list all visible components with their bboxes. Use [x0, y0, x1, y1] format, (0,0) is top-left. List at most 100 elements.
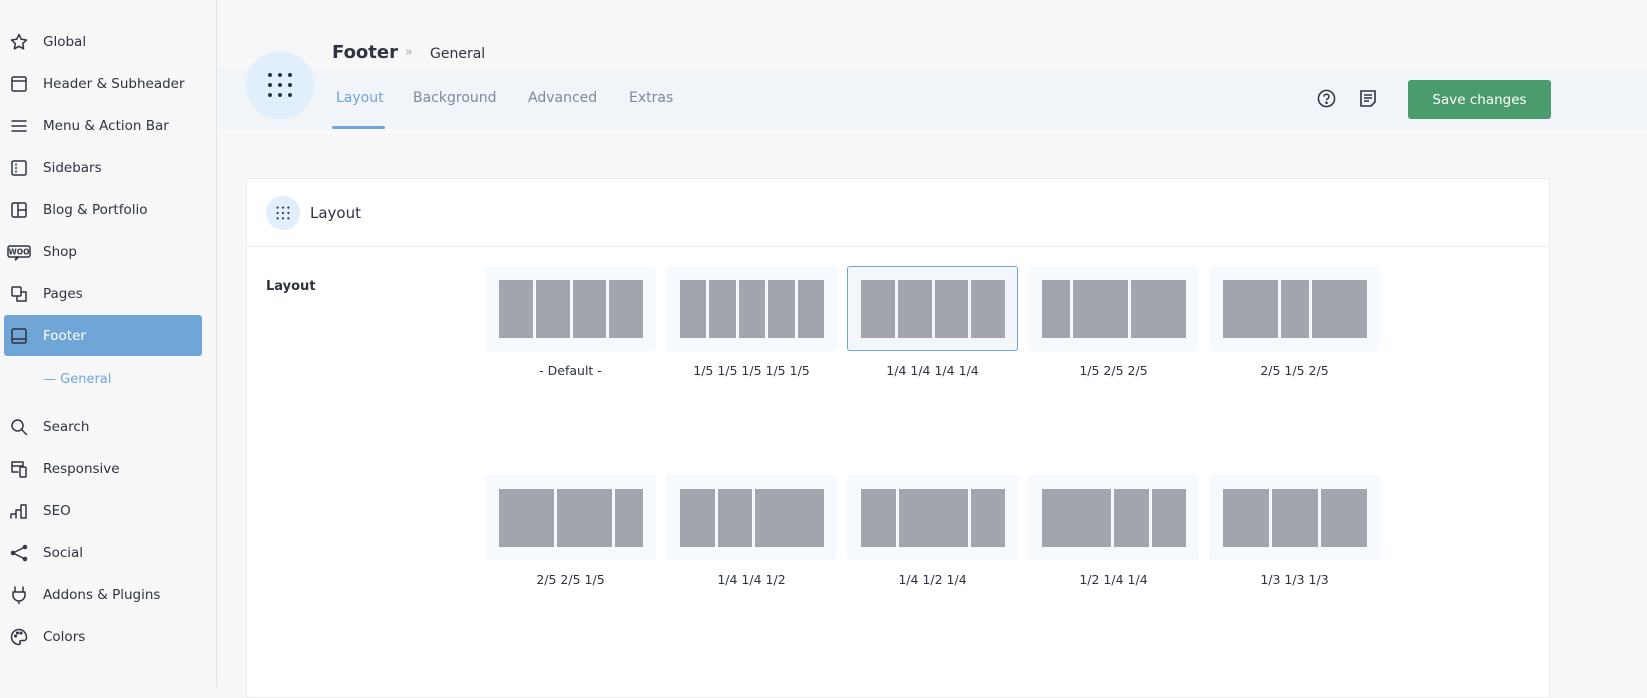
layout-preview[interactable]: [1209, 266, 1380, 351]
active-tab-indicator: [332, 126, 385, 129]
layout-option[interactable]: 1/5 2/5 2/5: [1028, 266, 1199, 378]
column-preview: [1272, 489, 1318, 547]
layout-option[interactable]: 1/2 1/4 1/4: [1028, 475, 1199, 587]
layout-preview[interactable]: [1209, 475, 1380, 560]
layout-option-label: 1/4 1/4 1/2: [717, 572, 786, 587]
sidebar-item-pages[interactable]: Pages: [4, 273, 202, 314]
sidebar-item-addons-plugins[interactable]: Addons & Plugins: [4, 574, 202, 615]
card-title: Layout: [310, 203, 361, 222]
breadcrumb-separator: »: [405, 45, 413, 60]
column-preview: [1042, 489, 1111, 547]
layout-option-label: 2/5 1/5 2/5: [1260, 363, 1329, 378]
sidebar-item-responsive[interactable]: Responsive: [4, 448, 202, 489]
sidebar-item-menu-action-bar[interactable]: Menu & Action Bar: [4, 105, 202, 146]
layout-option[interactable]: 1/5 1/5 1/5 1/5 1/5: [666, 266, 837, 378]
layout-option[interactable]: 1/3 1/3 1/3: [1209, 475, 1380, 587]
layout-option-label: 1/5 2/5 2/5: [1079, 363, 1148, 378]
column-preview: [755, 489, 824, 547]
sidebar-item-label: Shop: [43, 243, 77, 260]
sidebar-item-shop[interactable]: WOO Shop: [4, 231, 202, 272]
grid-dots-icon: [276, 206, 290, 219]
sidebar-item-label: Addons & Plugins: [43, 586, 161, 603]
sidebar-item-label: Header & Subheader: [43, 75, 185, 92]
notes-icon[interactable]: [1359, 89, 1377, 108]
sidebar-item-seo[interactable]: SEO: [4, 490, 202, 531]
layout-option-label: 1/2 1/4 1/4: [1079, 572, 1148, 587]
column-preview: [1114, 489, 1149, 547]
sidebar-item-label: Responsive: [43, 460, 120, 477]
layout-option[interactable]: 1/4 1/4 1/4 1/4: [847, 266, 1018, 378]
plug-icon: [4, 585, 34, 604]
sidebar-item-label: Blog & Portfolio: [43, 201, 148, 218]
layout-preview[interactable]: [1028, 475, 1199, 560]
card-icon-badge: [266, 195, 300, 230]
tab-layout[interactable]: Layout: [336, 90, 384, 106]
search-icon: [4, 418, 34, 436]
save-changes-button[interactable]: Save changes: [1408, 80, 1551, 119]
layout-option[interactable]: 1/4 1/4 1/2: [666, 475, 837, 587]
layout-preview[interactable]: [485, 475, 656, 560]
layout-option[interactable]: - Default -: [485, 266, 656, 378]
share-icon: [4, 544, 34, 562]
layout-option[interactable]: 1/4 1/2 1/4: [847, 475, 1018, 587]
layout-preview[interactable]: [666, 475, 837, 560]
column-preview: [499, 489, 555, 547]
layout-preview[interactable]: [847, 266, 1018, 351]
pages-icon: [4, 285, 34, 303]
sidebar-item-label: Sidebars: [43, 159, 102, 176]
help-icon[interactable]: [1317, 89, 1336, 108]
palette-icon: [4, 628, 34, 646]
column-preview: [898, 489, 968, 547]
layout-preview[interactable]: [847, 475, 1018, 560]
column-preview: [971, 280, 1005, 338]
sidebar-item-social[interactable]: Social: [4, 532, 202, 573]
column-preview: [1151, 489, 1186, 547]
layout-option[interactable]: 2/5 2/5 1/5: [485, 475, 656, 587]
grid-dots-icon: [268, 73, 292, 97]
sidebar-item-global[interactable]: Global: [4, 21, 202, 62]
sidebar-item-sidebars[interactable]: Sidebars: [4, 147, 202, 188]
layout-option-label: 1/5 1/5 1/5 1/5 1/5: [693, 363, 810, 378]
sidebar-subitem-general[interactable]: — General: [43, 372, 111, 387]
column-preview: [717, 489, 752, 547]
column-preview: [1223, 280, 1279, 338]
column-preview: [499, 280, 533, 338]
sidebar-item-label: Colors: [43, 628, 86, 645]
column-preview: [709, 280, 736, 338]
column-preview: [934, 280, 969, 338]
header-icon: [4, 75, 34, 93]
column-preview: [861, 280, 895, 338]
layout-field-label: Layout: [266, 279, 316, 294]
layout-preview[interactable]: [485, 266, 656, 351]
sidebar-item-footer[interactable]: Footer: [4, 315, 202, 356]
sidebar-item-label: Social: [43, 544, 84, 561]
sidebar-item-label: SEO: [43, 502, 71, 519]
layout-option-label: 2/5 2/5 1/5: [536, 572, 605, 587]
column-preview: [1281, 280, 1309, 338]
sidebar-item-blog-portfolio[interactable]: Blog & Portfolio: [4, 189, 202, 230]
column-preview: [1042, 280, 1070, 338]
layout-preview[interactable]: [1028, 266, 1199, 351]
star-icon: [4, 33, 34, 51]
tab-extras[interactable]: Extras: [629, 90, 673, 106]
tab-background[interactable]: Background: [413, 90, 497, 106]
column-preview: [1223, 489, 1269, 547]
layout-preview[interactable]: [666, 266, 837, 351]
column-preview: [572, 280, 607, 338]
sidebar-item-header-subheader[interactable]: Header & Subheader: [4, 63, 202, 104]
sidebar-item-colors[interactable]: Colors: [4, 616, 202, 657]
sidebar-item-label: Menu & Action Bar: [43, 117, 169, 134]
layout-option[interactable]: 2/5 1/5 2/5: [1209, 266, 1380, 378]
layout-card: Layout Layout - Default - 1/5 1/5 1/5 1/5…: [246, 178, 1550, 698]
sidebar-item-search[interactable]: Search: [4, 406, 202, 447]
column-preview: [680, 280, 707, 338]
column-preview: [615, 489, 643, 547]
footer-icon: [4, 327, 34, 345]
layout-option-label: 1/3 1/3 1/3: [1260, 572, 1329, 587]
sidebar-icon: [4, 159, 34, 177]
sidebar-item-label: Global: [43, 33, 87, 50]
column-preview: [557, 489, 613, 547]
tab-advanced[interactable]: Advanced: [528, 90, 597, 106]
column-preview: [680, 489, 715, 547]
column-preview: [535, 280, 570, 338]
